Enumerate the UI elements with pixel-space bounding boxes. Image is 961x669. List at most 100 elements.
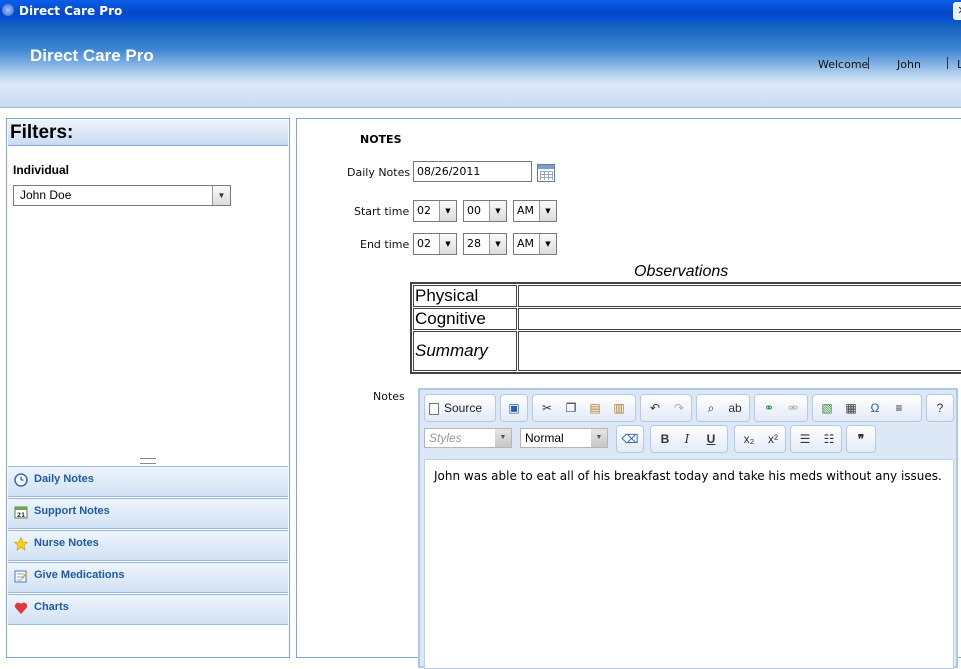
nav-label: Give Medications <box>34 569 125 581</box>
user-name[interactable]: John <box>897 58 921 71</box>
underline-icon[interactable]: U <box>701 430 721 448</box>
start-minute-value: 00 <box>467 204 481 217</box>
window-title: Direct Care Pro <box>19 4 123 18</box>
header-divider <box>947 57 948 69</box>
paste-icon[interactable]: ▤ <box>585 399 605 417</box>
subscript-icon[interactable]: x₂ <box>739 430 759 448</box>
individual-value: John Doe <box>20 188 72 202</box>
start-hour-value: 02 <box>417 204 431 217</box>
heart-icon <box>14 602 28 614</box>
table-row: Summary <box>413 331 961 371</box>
bulleted-list-icon[interactable]: ☷ <box>819 430 839 448</box>
observation-summary-field[interactable] <box>518 331 961 371</box>
find-icon[interactable]: ⌕ <box>701 399 721 417</box>
toolbar-group: ▧ ▦ Ω ≡ <box>812 394 922 422</box>
welcome-text: Welcome <box>818 58 869 71</box>
table-row: Physical <box>413 285 961 307</box>
start-ampm-select[interactable]: AM ▼ <box>513 200 557 222</box>
toolbar-group: ⌫ <box>616 425 644 453</box>
chevron-down-icon[interactable]: ▼ <box>591 429 607 447</box>
page-break-icon[interactable]: ≡ <box>889 399 909 417</box>
app-icon <box>2 4 14 16</box>
unlink-icon[interactable]: ⚮ <box>783 399 803 417</box>
numbered-list-icon[interactable]: ☰ <box>795 430 815 448</box>
styles-placeholder: Styles <box>429 431 462 445</box>
filters-title: Filters: <box>8 120 288 146</box>
start-time-label: Start time <box>354 205 410 218</box>
bold-icon[interactable]: B <box>655 430 675 448</box>
observation-label: Cognitive <box>413 308 517 330</box>
nav-label: Charts <box>34 601 69 613</box>
chevron-down-icon[interactable]: ▼ <box>539 234 556 254</box>
toolbar-group: ☰ ☷ <box>790 425 842 453</box>
notes-panel: NOTES Daily Notes 08/26/2011 Start time … <box>296 118 961 669</box>
calendar-icon: 21 <box>14 506 28 519</box>
chevron-down-icon[interactable]: ▼ <box>439 234 456 254</box>
observation-label: Physical <box>413 285 517 307</box>
format-select[interactable]: Normal ▼ <box>520 428 608 448</box>
image-icon[interactable]: ▧ <box>817 399 837 417</box>
calendar-icon[interactable] <box>537 164 555 182</box>
chevron-down-icon[interactable]: ▼ <box>495 429 511 447</box>
table-icon[interactable]: ▦ <box>841 399 861 417</box>
undo-icon[interactable]: ↶ <box>645 399 665 417</box>
start-minute-select[interactable]: 00 ▼ <box>463 200 507 222</box>
nav-item-charts[interactable]: Charts <box>8 594 288 625</box>
superscript-icon[interactable]: x² <box>763 430 783 448</box>
app-name: Direct Care Pro <box>30 46 154 65</box>
end-hour-value: 02 <box>417 237 431 250</box>
nav-item-nurse-notes[interactable]: Nurse Notes <box>8 530 288 561</box>
close-window-button[interactable]: ✕ <box>953 2 961 20</box>
chevron-down-icon[interactable]: ▼ <box>489 234 506 254</box>
special-char-icon[interactable]: Ω <box>865 399 885 417</box>
italic-icon[interactable]: I <box>677 430 697 448</box>
start-hour-select[interactable]: 02 ▼ <box>413 200 457 222</box>
end-hour-select[interactable]: 02 ▼ <box>413 233 457 255</box>
individual-select[interactable]: John Doe ▼ <box>13 185 231 206</box>
end-ampm-value: AM <box>517 237 535 250</box>
copy-icon[interactable]: ❐ <box>561 399 581 417</box>
eraser-icon[interactable]: ⌫ <box>620 430 640 448</box>
end-ampm-select[interactable]: AM ▼ <box>513 233 557 255</box>
toolbar-group: ↶ ↷ <box>640 394 692 422</box>
nav-label: Support Notes <box>34 505 110 517</box>
observation-label: Summary <box>413 331 517 371</box>
table-row: Cognitive <box>413 308 961 330</box>
save-icon[interactable]: ▣ <box>504 399 524 417</box>
menu-bar <box>0 84 961 108</box>
panel-splitter-handle[interactable] <box>140 458 156 464</box>
observation-physical-field[interactable] <box>518 285 961 307</box>
nav-item-give-medications[interactable]: Give Medications <box>8 562 288 593</box>
header-link[interactable]: L <box>957 58 961 71</box>
toolbar-group: ⌕ ab <box>696 394 750 422</box>
toolbar-group: ⚭ ⚮ <box>754 394 808 422</box>
daily-notes-date-input[interactable]: 08/26/2011 <box>413 161 532 182</box>
editor-content-area[interactable]: John was able to eat all of his breakfas… <box>424 459 954 669</box>
filters-panel: Filters: Individual John Doe ▼ Daily Not… <box>6 118 290 658</box>
redo-icon[interactable]: ↷ <box>669 399 689 417</box>
chevron-down-icon[interactable]: ▼ <box>539 201 556 221</box>
notes-title: NOTES <box>360 133 402 146</box>
nav-item-support-notes[interactable]: 21 Support Notes <box>8 498 288 529</box>
chevron-down-icon[interactable]: ▼ <box>489 201 506 221</box>
nav-item-daily-notes[interactable]: Daily Notes <box>8 466 288 497</box>
cut-icon[interactable]: ✂ <box>537 399 557 417</box>
source-button[interactable]: Source <box>429 399 491 417</box>
chevron-down-icon[interactable]: ▼ <box>439 201 456 221</box>
link-icon[interactable]: ⚭ <box>759 399 779 417</box>
format-value: Normal <box>525 431 564 445</box>
toolbar-group: ▣ <box>500 394 528 422</box>
notepad-icon <box>14 570 28 583</box>
replace-icon[interactable]: ab <box>725 399 745 417</box>
help-icon[interactable]: ? <box>930 399 950 417</box>
styles-select[interactable]: Styles ▼ <box>424 428 512 448</box>
observation-cognitive-field[interactable] <box>518 308 961 330</box>
blockquote-icon[interactable]: ❞ <box>851 430 871 448</box>
toolbar-group: B I U <box>650 425 728 453</box>
end-minute-select[interactable]: 28 ▼ <box>463 233 507 255</box>
observations-title: Observations <box>634 263 729 280</box>
toolbar-group: ? <box>926 394 954 422</box>
paste-word-icon[interactable]: ▥ <box>609 399 629 417</box>
chevron-down-icon[interactable]: ▼ <box>212 186 230 205</box>
clock-icon <box>14 473 28 487</box>
